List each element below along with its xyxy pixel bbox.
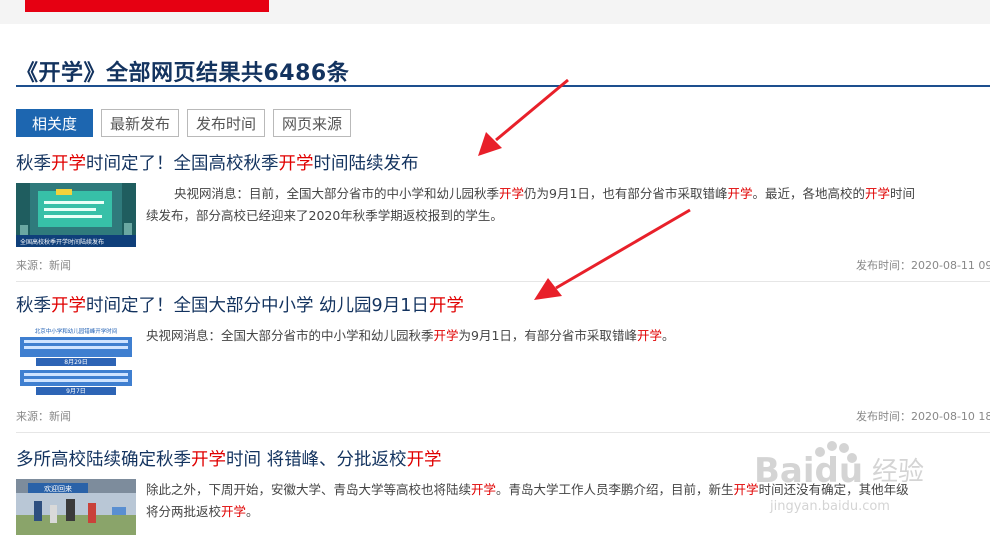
result-source: 来源：新闻: [16, 259, 71, 272]
red-banner-bar: [25, 0, 269, 12]
result-thumbnail[interactable]: 全国高校秋季开学时间陆续发布: [16, 183, 136, 247]
result-snippet: 除此之外，下周开始，安徽大学、青岛大学等高校也将陆续开学。青岛大学工作人员李鹏介…: [146, 482, 909, 519]
result-item: 秋季开学时间定了！全国大部分中小学 幼儿园9月1日开学 北京中小学和幼儿园错峰开…: [16, 292, 990, 423]
tab-relevance[interactable]: 相关度: [16, 109, 94, 137]
result-date: 发布时间：2020-08-11 09: [856, 259, 990, 272]
sort-tabs: 相关度 最新发布 发布时间 网页来源: [16, 109, 352, 137]
thumbnail-caption: 全国高校秋季开学时间陆续发布: [20, 238, 104, 246]
result-item: 秋季开学时间定了！全国高校秋季开学时间陆续发布 全国高校秋季开学时间陆续发布 央…: [16, 150, 990, 272]
result-title-link[interactable]: 多所高校陆续确定秋季开学时间 将错峰、分批返校开学: [16, 446, 990, 471]
annotation-arrow-1: [495, 78, 569, 142]
result-snippet: 央视网消息：全国大部分省市的中小学和幼儿园秋季开学为9月1日，有部分省市采取错峰…: [146, 328, 675, 343]
result-snippet: 央视网消息：目前，全国大部分省市的中小学和幼儿园秋季开学仍为9月1日，也有部分省…: [146, 186, 916, 223]
result-divider: [16, 432, 990, 433]
tab-publish-time[interactable]: 发布时间: [187, 109, 266, 137]
thumbnail-banner: 欢迎回来: [44, 484, 72, 493]
thumbnail-header: 北京中小学和幼儿园错峰开学时间: [35, 327, 118, 335]
page-title: 《开学》全部网页结果共6486条: [16, 61, 350, 86]
title-divider: [16, 85, 990, 87]
tab-latest[interactable]: 最新发布: [101, 109, 180, 137]
thumbnail-date-2: 9月7日: [66, 388, 86, 395]
result-title-link[interactable]: 秋季开学时间定了！全国高校秋季开学时间陆续发布: [16, 150, 990, 175]
result-thumbnail[interactable]: 欢迎回来: [16, 479, 136, 535]
result-item: 多所高校陆续确定秋季开学时间 将错峰、分批返校开学 欢迎回来 除此之外，下周开始…: [16, 446, 990, 535]
result-title-link[interactable]: 秋季开学时间定了！全国大部分中小学 幼儿园9月1日开学: [16, 292, 990, 317]
result-thumbnail[interactable]: 北京中小学和幼儿园错峰开学时间 8月29日 9月7日: [16, 325, 136, 397]
tab-page-source[interactable]: 网页来源: [273, 109, 352, 137]
result-source: 来源：新闻: [16, 410, 71, 423]
result-divider: [16, 281, 990, 282]
result-date: 发布时间：2020-08-10 18: [856, 410, 990, 423]
thumbnail-date-1: 8月29日: [64, 359, 87, 366]
top-banner: [0, 0, 990, 24]
